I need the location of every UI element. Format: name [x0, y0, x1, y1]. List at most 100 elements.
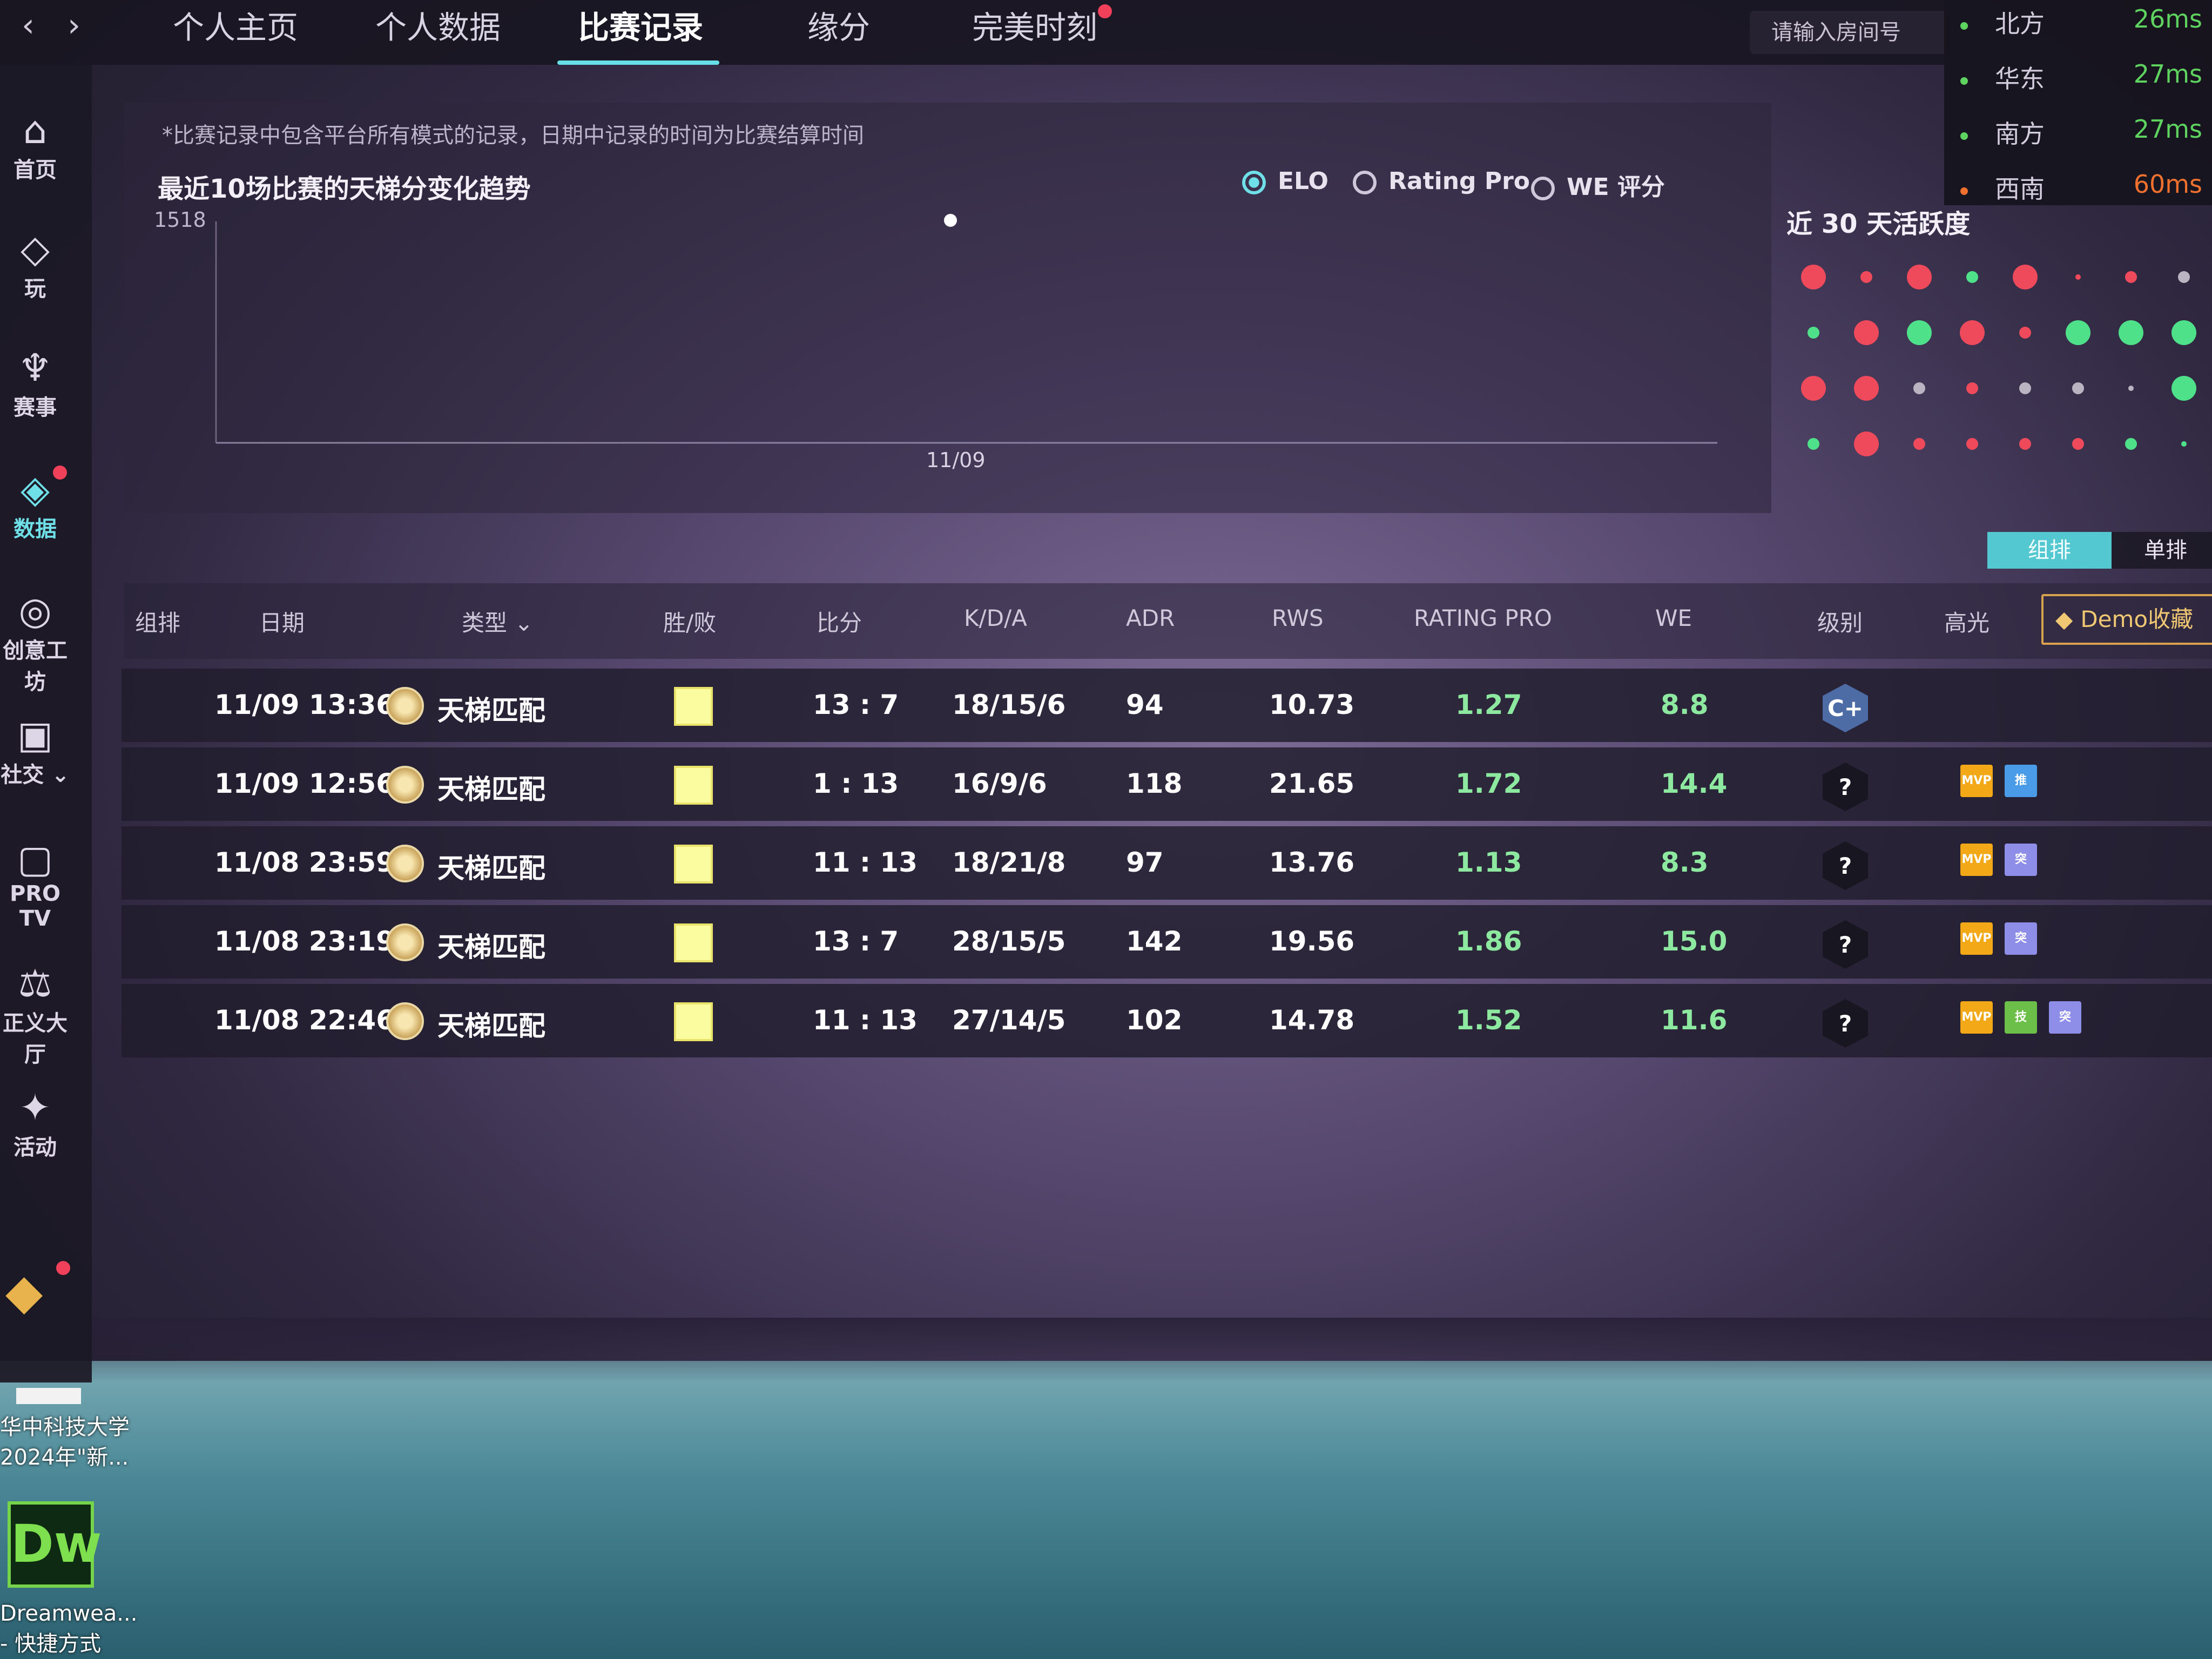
server-row[interactable]: 北方 26ms — [1960, 4, 2209, 40]
adr: 94 — [1126, 689, 1164, 720]
tab-match-records[interactable]: 比赛记录 — [578, 2, 703, 48]
we-score: 14.4 — [1661, 768, 1728, 799]
team-queue-toggle[interactable]: 组排 — [1987, 532, 2112, 569]
activity-day[interactable] — [1788, 362, 1839, 414]
sidebar-item-6[interactable]: ▢ PRO TV — [0, 837, 70, 931]
activity-dot — [1801, 265, 1826, 289]
activity-day[interactable] — [2105, 307, 2157, 359]
highlight-badge-icon[interactable]: MVP — [1960, 765, 1993, 797]
highlight-badge-icon[interactable]: MVP — [1960, 844, 1993, 876]
activity-day[interactable] — [1893, 362, 1945, 414]
match-score: 13 : 7 — [813, 926, 899, 957]
activity-day[interactable] — [1946, 418, 1998, 470]
sidebar-item-7[interactable]: ⚖ 正义大厅 — [0, 961, 70, 1068]
activity-day[interactable] — [2158, 307, 2210, 359]
server-row[interactable]: 西南 60ms — [1960, 170, 2209, 205]
activity-dot — [1966, 438, 1978, 450]
highlight-badge-icon[interactable]: 突 — [2049, 1001, 2081, 1034]
tab-fate[interactable]: 缘分 — [807, 2, 870, 48]
activity-day[interactable] — [1840, 307, 1892, 359]
sidebar-item-0[interactable]: ⌂ 首页 — [0, 108, 70, 184]
activity-day[interactable] — [2105, 418, 2157, 470]
activity-day[interactable] — [2052, 251, 2104, 303]
activity-day[interactable] — [1946, 307, 1998, 359]
server-row[interactable]: 华东 27ms — [1960, 59, 2209, 95]
sidebar-item-2[interactable]: ♆ 赛事 — [0, 346, 70, 421]
activity-day[interactable] — [1788, 418, 1839, 470]
sidebar-item-label: 赛事 — [14, 395, 57, 420]
activity-day[interactable] — [1788, 251, 1839, 303]
activity-dot — [2066, 320, 2090, 345]
table-row[interactable]: 11/08 23:19 天梯匹配 13 : 7 28/15/5 142 19.56 1.86… — [122, 905, 2212, 979]
activity-day[interactable] — [1893, 307, 1945, 359]
activity-day[interactable] — [1893, 251, 1945, 303]
solo-queue-toggle[interactable]: 单排 — [2112, 532, 2212, 569]
room-number-input[interactable]: 请输入房间号 — [1750, 11, 1950, 54]
activity-day[interactable] — [2105, 251, 2157, 303]
table-row[interactable]: 11/08 23:59 天梯匹配 11 : 13 18/21/8 97 13.76 1.13… — [122, 826, 2212, 900]
highlight-badge-icon[interactable]: MVP — [1960, 922, 1993, 955]
demo-favorites-button[interactable]: ◆ Demo收藏 — [2041, 594, 2212, 645]
highlight-badge-icon[interactable]: 突 — [2005, 844, 2037, 876]
activity-day[interactable] — [1999, 362, 2051, 414]
radio-rating-pro[interactable]: Rating Pro — [1353, 167, 1530, 195]
sidebar-item-label: 创意工坊 — [3, 638, 68, 694]
activity-day[interactable] — [2052, 418, 2104, 470]
activity-day[interactable] — [2052, 362, 2104, 414]
rating-pro: 1.27 — [1455, 689, 1522, 720]
sidebar-item-5[interactable]: ▣ 社交 ⌄ — [0, 713, 70, 788]
radio-icon — [1531, 177, 1555, 200]
activity-day[interactable] — [1893, 418, 1945, 470]
elo-data-point[interactable] — [944, 214, 957, 227]
sidebar-item-1[interactable]: ◇ 玩 — [0, 227, 70, 302]
activity-day[interactable] — [1840, 418, 1892, 470]
radio-we-score[interactable]: WE 评分 — [1531, 167, 1665, 202]
activity-day[interactable] — [1999, 418, 2051, 470]
dreamweaver-shortcut-label[interactable]: Dreamwea... - 快捷方式 — [0, 1599, 137, 1659]
desk-surface — [0, 1361, 2212, 1659]
activity-day[interactable] — [2158, 362, 2210, 414]
activity-day[interactable] — [1946, 251, 1998, 303]
match-date: 11/09 13:36 — [214, 689, 395, 720]
status-dot-icon — [1960, 22, 1968, 30]
tab-personal-data[interactable]: 个人数据 — [375, 2, 501, 48]
server-ping: 26ms — [2133, 4, 2202, 33]
column-header[interactable]: 类型 ⌄ — [462, 605, 534, 638]
tab-profile[interactable]: 个人主页 — [173, 2, 298, 48]
forward-arrow-icon[interactable]: › — [68, 6, 80, 44]
activity-day[interactable] — [1946, 362, 1998, 414]
sidebar-item-4[interactable]: ◎ 创意工坊 — [0, 589, 70, 696]
wifi-icon: ◇ — [21, 227, 50, 271]
back-arrow-icon[interactable]: ‹ — [22, 6, 35, 44]
activity-day[interactable] — [2105, 362, 2157, 414]
highlight-badge-icon[interactable]: 技 — [2005, 1001, 2037, 1034]
store-gem-icon[interactable]: ◆ — [5, 1264, 43, 1320]
activity-day[interactable] — [2052, 307, 2104, 359]
activity-day[interactable] — [2158, 251, 2210, 303]
activity-day[interactable] — [1840, 251, 1892, 303]
x-tick-label: 11/09 — [926, 448, 986, 472]
rws: 13.76 — [1269, 847, 1355, 878]
activity-day[interactable] — [2158, 418, 2210, 470]
sidebar-item-8[interactable]: ✦ 活动 — [0, 1085, 70, 1161]
desktop-shortcut-label[interactable]: 华中科技大学 2024年"新... — [0, 1412, 130, 1473]
activity-day[interactable] — [1999, 251, 2051, 303]
desktop-shortcut-icon[interactable] — [16, 1388, 81, 1404]
tv-icon: ▢ — [17, 837, 53, 881]
activity-day[interactable] — [1840, 362, 1892, 414]
server-name: 华东 — [1995, 64, 2045, 93]
activity-day[interactable] — [1788, 307, 1839, 359]
highlight-badge-icon[interactable]: MVP — [1960, 1001, 1993, 1034]
highlight-badge-icon[interactable]: 突 — [2005, 922, 2037, 955]
radio-elo[interactable]: ELO — [1242, 167, 1328, 195]
highlight-badge-icon[interactable]: 推 — [2005, 765, 2037, 797]
activity-dot — [2125, 271, 2137, 283]
server-row[interactable]: 南方 27ms — [1960, 114, 2209, 150]
activity-day[interactable] — [1999, 307, 2051, 359]
rating-pro: 1.13 — [1455, 847, 1522, 878]
tab-perfect-moments[interactable]: 完美时刻 — [972, 2, 1097, 48]
dreamweaver-icon[interactable]: Dw — [8, 1501, 102, 1588]
table-row[interactable]: 11/09 13:36 天梯匹配 13 : 7 18/15/6 94 10.73 1.27 8… — [122, 669, 2212, 742]
table-row[interactable]: 11/08 22:46 天梯匹配 11 : 13 27/14/5 102 14.78 1.5… — [122, 984, 2212, 1057]
table-row[interactable]: 11/09 12:56 天梯匹配 1 : 13 16/9/6 118 21.65 1.72 1… — [122, 747, 2212, 821]
